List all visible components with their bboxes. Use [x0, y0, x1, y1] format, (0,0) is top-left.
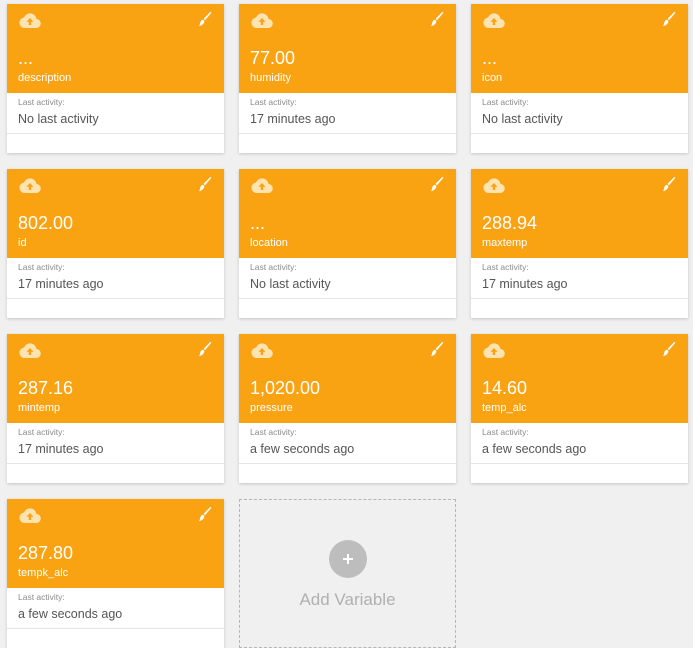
- last-activity-value: No last activity: [482, 112, 563, 126]
- last-activity-label: Last activity:: [18, 262, 65, 272]
- variable-name: icon: [482, 72, 503, 84]
- variable-name: tempk_alc: [18, 567, 69, 579]
- last-activity-label: Last activity:: [18, 427, 65, 437]
- cloud-upload-icon[interactable]: [251, 177, 273, 194]
- last-activity-label: Last activity:: [250, 427, 297, 437]
- cloud-upload-icon[interactable]: [483, 12, 505, 29]
- variable-name: humidity: [250, 72, 291, 84]
- variable-name: maxtemp: [482, 237, 528, 249]
- variable-value: ...: [250, 213, 266, 233]
- variable-card[interactable]: ... icon Last activity: No last activity: [471, 4, 688, 153]
- last-activity-value: a few seconds ago: [482, 442, 587, 456]
- last-activity-label: Last activity:: [18, 97, 65, 107]
- last-activity-value: a few seconds ago: [250, 442, 355, 456]
- card-divider: [471, 133, 688, 134]
- card-header[interactable]: 77.00 humidity: [239, 4, 456, 93]
- add-variable-label[interactable]: Add Variable: [240, 590, 455, 610]
- cloud-upload-icon[interactable]: [19, 507, 41, 524]
- last-activity-label: Last activity:: [18, 592, 65, 602]
- variable-card[interactable]: 14.60 temp_alc Last activity: a few seco…: [471, 334, 688, 483]
- card-divider: [239, 298, 456, 299]
- last-activity-label: Last activity:: [482, 97, 529, 107]
- last-activity-value: 17 minutes ago: [250, 112, 336, 126]
- variable-value: 287.80: [18, 543, 74, 563]
- card-header[interactable]: ... icon: [471, 4, 688, 93]
- cloud-upload-icon[interactable]: [483, 342, 505, 359]
- variable-value: ...: [18, 48, 34, 68]
- variable-value: ...: [482, 48, 498, 68]
- card-divider: [239, 463, 456, 464]
- plus-icon[interactable]: [329, 540, 367, 578]
- last-activity-value: No last activity: [18, 112, 99, 126]
- last-activity-label: Last activity:: [250, 97, 297, 107]
- variable-card[interactable]: 287.16 mintemp Last activity: 17 minutes…: [7, 334, 224, 483]
- card-header[interactable]: ... location: [239, 169, 456, 258]
- variables-grid: ... description Last activity: No last a…: [0, 0, 693, 648]
- paintbrush-icon[interactable]: [198, 11, 212, 27]
- last-activity-label: Last activity:: [482, 427, 529, 437]
- variable-name: id: [18, 237, 27, 249]
- variable-card[interactable]: ... location Last activity: No last acti…: [239, 169, 456, 318]
- variable-name: location: [250, 237, 288, 249]
- paintbrush-icon[interactable]: [198, 176, 212, 192]
- paintbrush-icon[interactable]: [430, 11, 444, 27]
- last-activity-label: Last activity:: [482, 262, 529, 272]
- cloud-upload-icon[interactable]: [19, 177, 41, 194]
- cloud-upload-icon[interactable]: [483, 177, 505, 194]
- variable-name: description: [18, 72, 72, 84]
- add-variable-card[interactable]: Add Variable: [239, 499, 456, 648]
- paintbrush-icon[interactable]: [430, 341, 444, 357]
- card-divider: [471, 463, 688, 464]
- paintbrush-icon[interactable]: [662, 341, 676, 357]
- last-activity-label: Last activity:: [250, 262, 297, 272]
- variable-card[interactable]: 288.94 maxtemp Last activity: 17 minutes…: [471, 169, 688, 318]
- paintbrush-icon[interactable]: [198, 341, 212, 357]
- variable-value: 77.00: [250, 48, 296, 68]
- variable-card[interactable]: ... description Last activity: No last a…: [7, 4, 224, 153]
- variable-value: 288.94: [482, 213, 538, 233]
- card-divider: [471, 298, 688, 299]
- last-activity-value: 17 minutes ago: [18, 277, 104, 291]
- paintbrush-icon[interactable]: [430, 176, 444, 192]
- card-divider: [239, 133, 456, 134]
- variable-name: temp_alc: [482, 402, 527, 414]
- variable-card[interactable]: 77.00 humidity Last activity: 17 minutes…: [239, 4, 456, 153]
- cloud-upload-icon[interactable]: [251, 12, 273, 29]
- variable-card[interactable]: 1,020.00 pressure Last activity: a few s…: [239, 334, 456, 483]
- last-activity-value: No last activity: [250, 277, 331, 291]
- card-header[interactable]: 287.80 tempk_alc: [7, 499, 224, 588]
- card-header[interactable]: 287.16 mintemp: [7, 334, 224, 423]
- variable-value: 287.16: [18, 378, 74, 398]
- card-header[interactable]: 802.00 id: [7, 169, 224, 258]
- variable-card[interactable]: 802.00 id Last activity: 17 minutes ago: [7, 169, 224, 318]
- variable-value: 802.00: [18, 213, 74, 233]
- variable-card[interactable]: 287.80 tempk_alc Last activity: a few se…: [7, 499, 224, 648]
- variable-name: mintemp: [18, 402, 61, 414]
- card-header[interactable]: 1,020.00 pressure: [239, 334, 456, 423]
- card-header[interactable]: 288.94 maxtemp: [471, 169, 688, 258]
- paintbrush-icon[interactable]: [662, 11, 676, 27]
- last-activity-value: a few seconds ago: [18, 607, 123, 621]
- cloud-upload-icon[interactable]: [19, 342, 41, 359]
- card-header[interactable]: 14.60 temp_alc: [471, 334, 688, 423]
- variable-value: 1,020.00: [250, 378, 321, 398]
- card-divider: [7, 298, 224, 299]
- cloud-upload-icon[interactable]: [251, 342, 273, 359]
- variable-value: 14.60: [482, 378, 528, 398]
- card-divider: [7, 628, 224, 629]
- paintbrush-icon[interactable]: [198, 506, 212, 522]
- last-activity-value: 17 minutes ago: [18, 442, 104, 456]
- paintbrush-icon[interactable]: [662, 176, 676, 192]
- last-activity-value: 17 minutes ago: [482, 277, 568, 291]
- variable-name: pressure: [250, 402, 293, 414]
- card-divider: [7, 463, 224, 464]
- card-divider: [7, 133, 224, 134]
- card-header[interactable]: ... description: [7, 4, 224, 93]
- cloud-upload-icon[interactable]: [19, 12, 41, 29]
